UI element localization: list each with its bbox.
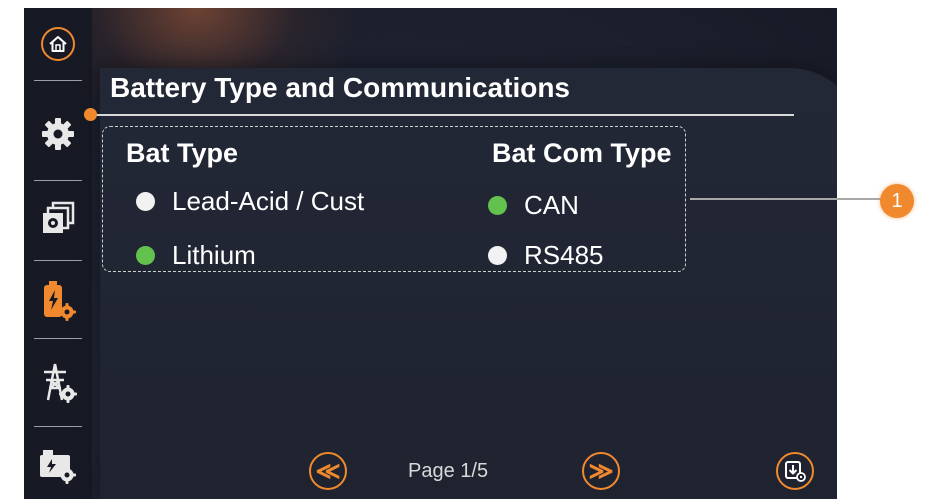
grid-tower-gear-icon bbox=[44, 363, 77, 403]
page-indicator: Page 1/5 bbox=[408, 460, 489, 482]
sidebar-separator bbox=[34, 338, 82, 339]
radio-selected-icon[interactable] bbox=[488, 196, 507, 215]
title-underline bbox=[88, 114, 794, 116]
option-label: CAN bbox=[524, 190, 579, 220]
sidebar-separator bbox=[34, 180, 82, 181]
sidebar-item-grid[interactable] bbox=[24, 352, 92, 412]
radio-unselected-icon[interactable] bbox=[488, 246, 507, 265]
bat-type-option-lead-acid[interactable]: Lead-Acid / Cust bbox=[136, 186, 364, 217]
radio-unselected-icon[interactable] bbox=[136, 192, 155, 211]
radio-selected-icon[interactable] bbox=[136, 246, 155, 265]
sidebar-separator bbox=[34, 260, 82, 261]
sidebar-item-settings[interactable] bbox=[24, 104, 92, 164]
download-gear-icon bbox=[785, 461, 806, 482]
option-label: RS485 bbox=[524, 240, 604, 270]
callout-leader-line bbox=[690, 198, 896, 200]
sidebar-separator bbox=[34, 426, 82, 427]
bat-com-type-heading: Bat Com Type bbox=[492, 138, 672, 168]
double-chevron-left-icon: ≪ bbox=[315, 457, 341, 485]
sidebar-item-system[interactable] bbox=[24, 188, 92, 248]
callout-marker: 1 bbox=[880, 184, 914, 218]
bat-type-option-lithium[interactable]: Lithium bbox=[136, 240, 256, 271]
sidebar-item-battery[interactable] bbox=[24, 270, 92, 330]
bat-com-option-can[interactable]: CAN bbox=[488, 190, 579, 221]
double-chevron-right-icon: ≫ bbox=[588, 457, 614, 485]
previous-page-button[interactable]: ≪ bbox=[309, 452, 347, 490]
sidebar-item-home[interactable] bbox=[24, 14, 92, 74]
gear-icon bbox=[42, 118, 74, 150]
sidebar-item-generator[interactable] bbox=[24, 436, 92, 496]
title-marker-dot bbox=[84, 108, 97, 121]
sidebar bbox=[24, 8, 92, 499]
bat-type-heading: Bat Type bbox=[126, 138, 239, 168]
option-label: Lithium bbox=[172, 240, 256, 270]
next-page-button[interactable]: ≫ bbox=[582, 452, 620, 490]
stacked-windows-gear-icon bbox=[43, 201, 75, 233]
generator-gear-icon bbox=[40, 450, 76, 484]
save-settings-button[interactable] bbox=[776, 452, 814, 490]
bat-com-option-rs485[interactable]: RS485 bbox=[488, 240, 604, 271]
option-label: Lead-Acid / Cust bbox=[172, 186, 365, 216]
page-title: Battery Type and Communications bbox=[110, 72, 571, 103]
sidebar-separator bbox=[34, 80, 82, 81]
home-icon bbox=[41, 27, 75, 61]
battery-gear-icon bbox=[44, 281, 76, 321]
